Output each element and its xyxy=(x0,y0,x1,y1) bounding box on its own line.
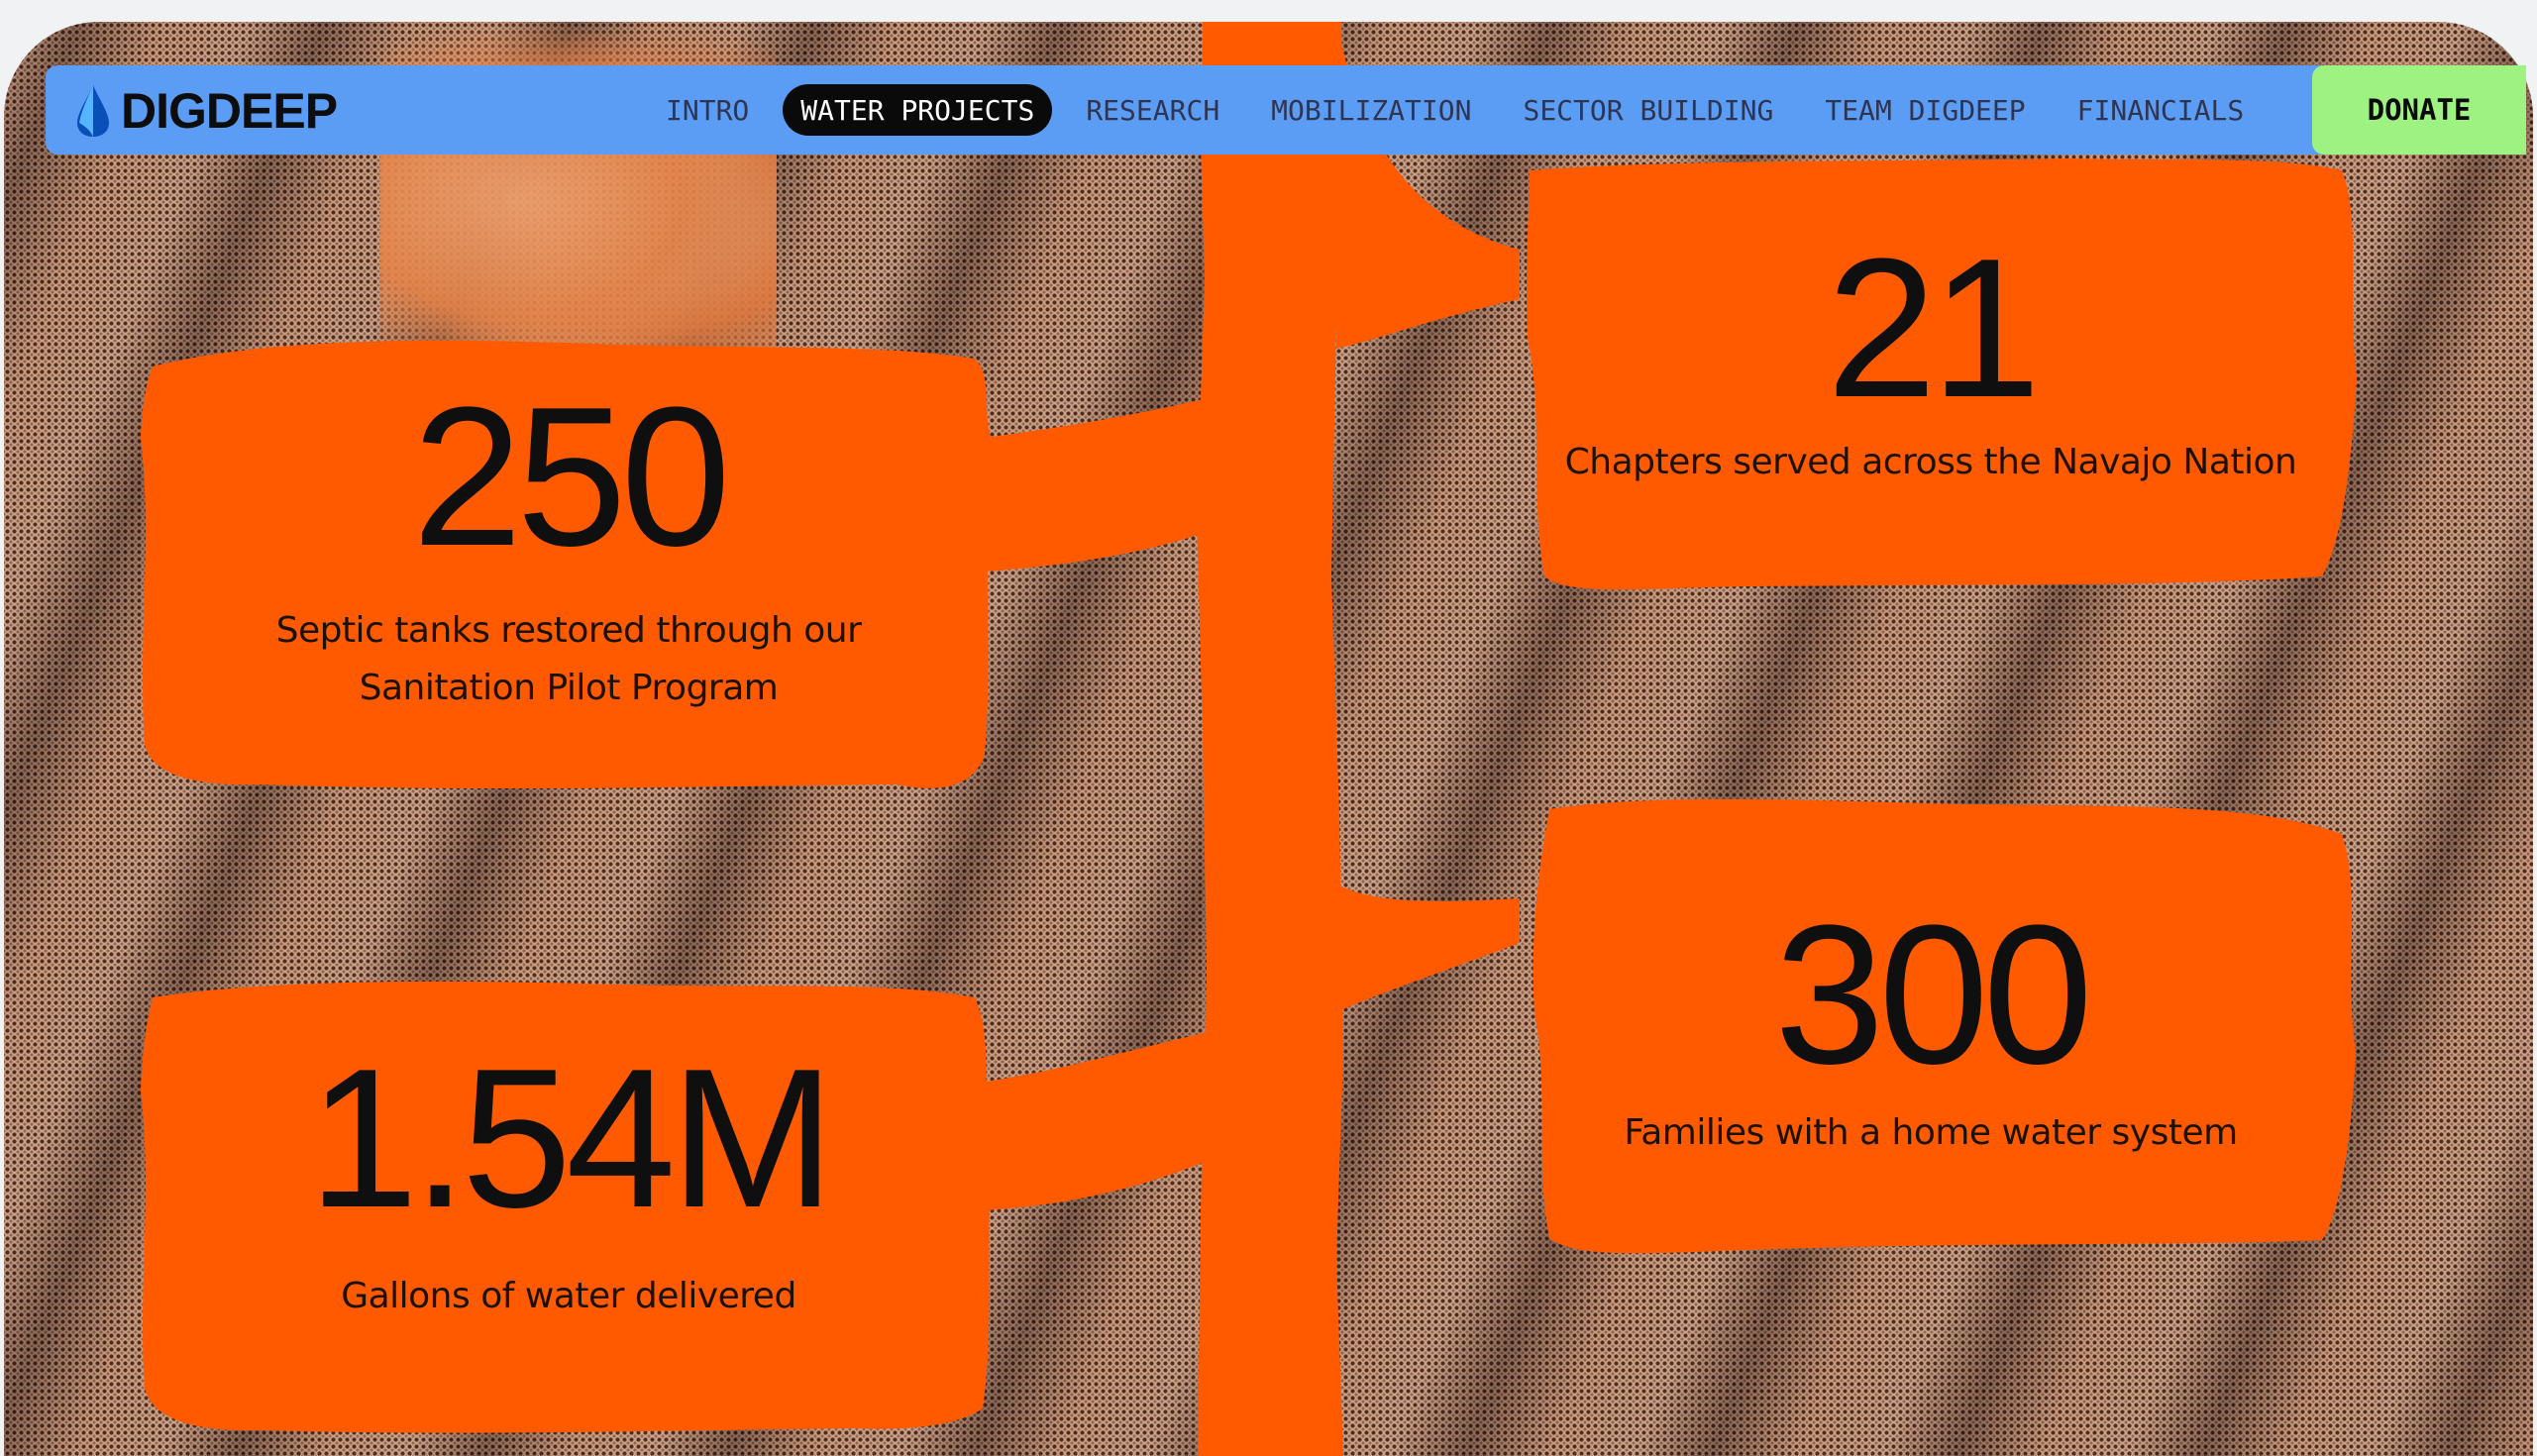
nav-menu: INTRO WATER PROJECTS RESEARCH MOBILIZATI… xyxy=(640,65,2270,155)
stat-label: Families with a home water system xyxy=(1624,1112,2238,1153)
stat-label: Septic tanks restored through our xyxy=(275,610,862,651)
stat-value: 1.54M xyxy=(308,1028,835,1249)
nav-item-sector-building[interactable]: SECTOR BUILDING xyxy=(1497,84,1799,136)
stat-value: 300 xyxy=(1774,884,2093,1105)
stat-label: Chapters served across the Navajo Nation xyxy=(1564,442,2297,482)
nav-item-research[interactable]: RESEARCH xyxy=(1060,84,1245,136)
hero-panel: 250 Septic tanks restored through our Sa… xyxy=(4,22,2533,1456)
stat-card-families: 300 Families with a home water system xyxy=(1534,896,2327,1162)
nav-item-intro[interactable]: INTRO xyxy=(640,84,775,136)
stat-label: Sanitation Pilot Program xyxy=(359,668,779,708)
top-navigation-bar: DIGDEEP INTRO WATER PROJECTS RESEARCH MO… xyxy=(46,65,2526,155)
nav-item-team-digdeep[interactable]: TEAM DIGDEEP xyxy=(1799,84,2051,136)
brand-name: DIGDEEP xyxy=(121,83,338,139)
water-drop-icon xyxy=(77,85,109,137)
stat-card-gallons: 1.54M Gallons of water delivered xyxy=(172,1040,965,1325)
donate-button[interactable]: DONATE xyxy=(2312,65,2526,155)
stat-card-chapters: 21 Chapters served across the Navajo Nat… xyxy=(1534,230,2327,491)
nav-item-mobilization[interactable]: MOBILIZATION xyxy=(1245,84,1497,136)
nav-item-financials[interactable]: FINANCIALS xyxy=(2052,84,2271,136)
stat-value: 21 xyxy=(1826,218,2041,439)
brand-logo[interactable]: DIGDEEP xyxy=(75,83,338,139)
stat-label: Gallons of water delivered xyxy=(341,1276,796,1316)
stat-value: 250 xyxy=(412,366,731,587)
nav-item-water-projects[interactable]: WATER PROJECTS xyxy=(783,84,1053,136)
stat-card-septic-tanks: 250 Septic tanks restored through our Sa… xyxy=(172,378,965,717)
